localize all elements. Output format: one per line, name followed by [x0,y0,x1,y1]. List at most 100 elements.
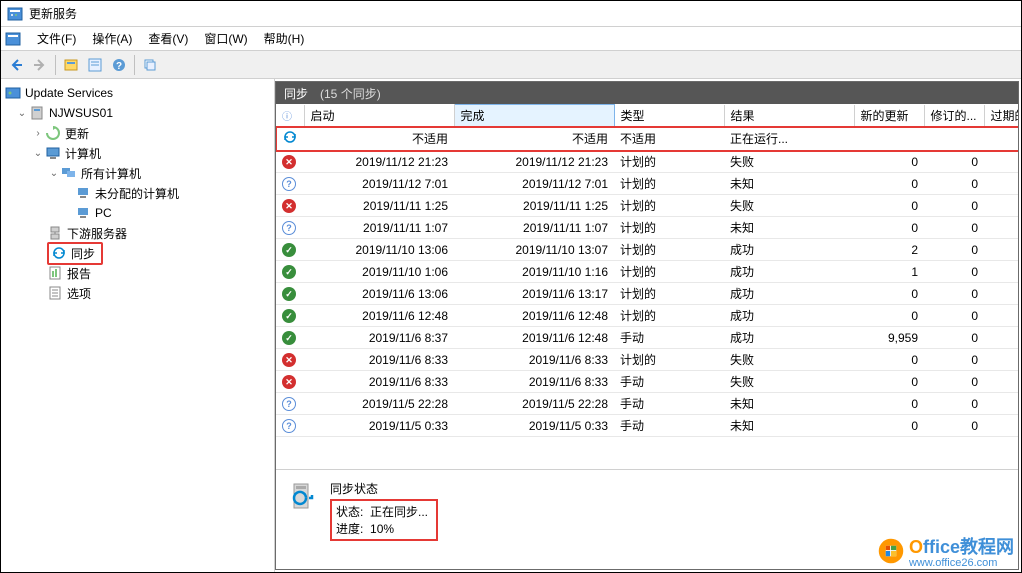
row-new: 0 [854,195,924,217]
table-row[interactable]: ✓2019/11/6 12:482019/11/6 12:48计划的成功000 [276,305,1018,327]
tree-pane[interactable]: Update Services ⌄ NJWSUS01 › 更新 ⌄ 计算机 ⌄ … [1,79,275,572]
row-start: 2019/11/11 1:25 [304,195,454,217]
row-new: 2 [854,239,924,261]
row-rev: 0 [924,393,984,415]
col-start[interactable]: 启动 [304,105,454,127]
col-rev[interactable]: 修订的... [924,105,984,127]
table-row[interactable]: ✓2019/11/10 13:062019/11/10 13:07计划的成功20… [276,239,1018,261]
nav-forward-button[interactable] [29,54,51,76]
show-console-button[interactable] [60,54,82,76]
row-end: 2019/11/5 22:28 [454,393,614,415]
row-status-icon: ✓ [276,261,304,283]
row-status-icon: ✕ [276,371,304,393]
col-result[interactable]: 结果 [724,105,854,127]
col-end[interactable]: 完成 [454,105,614,127]
table-row[interactable]: ✕2019/11/11 1:252019/11/11 1:25计划的失败000 [276,195,1018,217]
row-status-icon: ? [276,217,304,239]
col-exp[interactable]: 过期的... [984,105,1018,127]
row-start: 2019/11/12 7:01 [304,173,454,195]
tree-server[interactable]: ⌄ NJWSUS01 [3,103,272,123]
progress-label: 进度: [336,522,363,536]
row-rev: 0 [924,239,984,261]
row-status-icon: ✓ [276,283,304,305]
expander-icon[interactable]: ⌄ [31,148,45,159]
content-title: 同步 [284,85,308,102]
tree-root[interactable]: Update Services [3,83,272,103]
row-rev: 0 [924,327,984,349]
row-status-icon: ✕ [276,151,304,173]
row-exp: 0 [984,173,1018,195]
row-rev: 0 [924,371,984,393]
tree-computers-label: 计算机 [65,145,101,162]
row-rev: 0 [924,217,984,239]
row-type: 不适用 [614,127,724,151]
row-type: 手动 [614,393,724,415]
toolbar-separator [134,55,135,75]
tree-updates[interactable]: › 更新 [3,123,272,143]
table-row[interactable]: ?2019/11/11 1:072019/11/11 1:07计划的未知000 [276,217,1018,239]
computer-group-icon [61,165,77,181]
table-row[interactable]: ?2019/11/5 22:282019/11/5 22:28手动未知000 [276,393,1018,415]
tree-reports[interactable]: 报告 [3,263,272,283]
expander-icon[interactable]: › [31,128,45,139]
row-exp: 0 [984,371,1018,393]
menu-file[interactable]: 文件(F) [29,28,84,49]
row-exp: 35 [984,261,1018,283]
tree-unassigned[interactable]: 未分配的计算机 [3,183,272,203]
table-row[interactable]: ✕2019/11/6 8:332019/11/6 8:33手动失败000 [276,371,1018,393]
row-result: 成功 [724,305,854,327]
expander-icon[interactable]: ⌄ [15,108,29,119]
row-start: 2019/11/6 8:33 [304,349,454,371]
row-rev: 0 [924,349,984,371]
row-status-icon: ✓ [276,327,304,349]
tree-computers[interactable]: ⌄ 计算机 [3,143,272,163]
row-result: 成功 [724,327,854,349]
col-status-icon[interactable]: ⓘ [276,105,304,127]
col-new[interactable]: 新的更新 [854,105,924,127]
table-row[interactable]: ✓2019/11/6 8:372019/11/6 12:48手动成功9,9590… [276,327,1018,349]
menubar: 文件(F) 操作(A) 查看(V) 窗口(W) 帮助(H) [1,27,1021,51]
table-row[interactable]: ✕2019/11/12 21:232019/11/12 21:23计划的失败00… [276,151,1018,173]
row-type: 计划的 [614,349,724,371]
expander-icon[interactable]: ⌄ [47,168,61,179]
content-subtitle: (15 个同步) [320,85,381,102]
row-new: 0 [854,217,924,239]
row-start: 2019/11/6 8:33 [304,371,454,393]
help-button[interactable]: ? [108,54,130,76]
menu-window[interactable]: 窗口(W) [196,28,255,49]
new-window-button[interactable] [139,54,161,76]
window-title: 更新服务 [29,5,77,22]
table-row[interactable]: ✓2019/11/10 1:062019/11/10 1:16计划的成功1035 [276,261,1018,283]
menu-action[interactable]: 操作(A) [84,28,140,49]
tree-sync[interactable]: 同步 [3,243,272,263]
options-icon [47,285,63,301]
tree-pc[interactable]: PC [3,203,272,223]
row-start: 2019/11/10 13:06 [304,239,454,261]
row-rev: 0 [924,415,984,437]
tree-all-computers[interactable]: ⌄ 所有计算机 [3,163,272,183]
table-row[interactable]: ?2019/11/5 0:332019/11/5 0:33手动未知000 [276,415,1018,437]
row-start: 2019/11/5 0:33 [304,415,454,437]
properties-button[interactable] [84,54,106,76]
col-type[interactable]: 类型 [614,105,724,127]
tree-downstream[interactable]: 下游服务器 [3,223,272,243]
table-row[interactable]: ✓2019/11/6 13:062019/11/6 13:17计划的成功001 [276,283,1018,305]
tree-options[interactable]: 选项 [3,283,272,303]
row-type: 计划的 [614,261,724,283]
nav-back-button[interactable] [5,54,27,76]
toolbar-separator [55,55,56,75]
sync-table[interactable]: ⓘ 启动 完成 类型 结果 新的更新 修订的... 过期的... 不适用不适用不… [276,104,1018,469]
row-result: 未知 [724,217,854,239]
menu-help[interactable]: 帮助(H) [256,28,313,49]
row-result: 成功 [724,283,854,305]
row-new: 0 [854,305,924,327]
table-row[interactable]: ✕2019/11/6 8:332019/11/6 8:33计划的失败000 [276,349,1018,371]
row-result: 未知 [724,393,854,415]
table-row[interactable]: ?2019/11/12 7:012019/11/12 7:01计划的未知000 [276,173,1018,195]
tree-unassigned-label: 未分配的计算机 [95,185,179,202]
menu-view[interactable]: 查看(V) [140,28,196,49]
tree-pc-label: PC [95,206,112,220]
row-status-icon: ✓ [276,305,304,327]
row-status-icon: ✕ [276,349,304,371]
table-row[interactable]: 不适用不适用不适用正在运行... [276,127,1018,151]
